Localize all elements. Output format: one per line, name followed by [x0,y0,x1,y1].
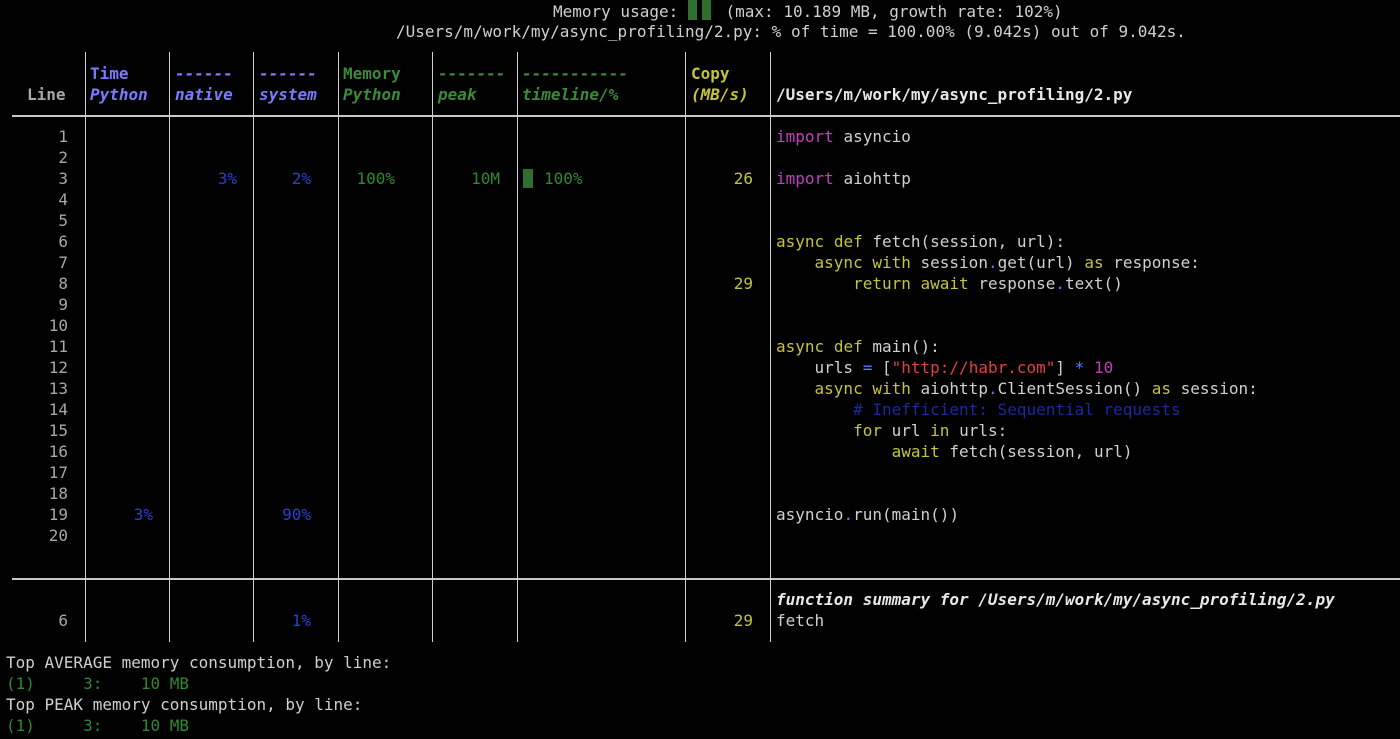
line-number: 10 [48,316,68,335]
avg-memory-title: Top AVERAGE memory consumption, by line: [6,653,392,672]
summary-line-number: 6 [58,611,68,630]
code-line: async def fetch(session, url): [776,232,1066,251]
line-number: 15 [48,421,68,440]
line-number: 7 [58,253,68,272]
column-divider [338,52,339,642]
col-header-memory-python: Memory Python [343,63,401,105]
column-divider [432,52,433,642]
line-number: 17 [48,463,68,482]
line-number: 3 [58,169,68,188]
memory-usage-stats: (max: 10.189 MB, growth rate: 102%) [725,2,1063,21]
memory-python-value: 100% [356,169,395,188]
copy-value: 29 [733,274,753,293]
col-header-time-label: Time [90,64,129,83]
line-number: 2 [58,148,68,167]
profile-header: Memory usage: (max: 10.189 MB, growth ra… [0,0,1186,42]
memory-usage-line: Memory usage: (max: 10.189 MB, growth ra… [553,0,1063,22]
code-line: return await response.text() [853,274,1123,293]
summary-copy-value: 29 [733,611,753,630]
col-header-native-label: native [175,85,233,104]
col-header-line: Line [27,85,66,104]
col-header-copy-units: (MB/s) [691,85,749,104]
code-line: import aiohttp [776,169,911,188]
col-header-peak-rule: ------- [438,64,506,83]
col-header-python-label: Python [90,85,148,104]
col-header-timeline-rule: ----------- [522,64,628,83]
line-number: 5 [58,211,68,230]
summary-divider [12,578,1400,580]
col-header-system-rule: ------ [259,64,317,83]
code-line: asyncio.run(main()) [776,505,960,524]
column-divider [253,52,254,642]
col-header-file: /Users/m/work/my/async_profiling/2.py [776,85,1133,104]
col-header-memory-python-label: Python [343,85,401,104]
header-divider [12,115,1400,117]
code-line: urls = ["http://habr.com"] * 10 [814,358,1114,377]
col-header-timeline: ----------- timeline/% [522,63,628,105]
function-summary-title: function summary for /Users/m/work/my/as… [776,590,1335,609]
timeline-value: 100% [544,169,583,188]
timeline-bar [523,169,533,188]
native-value: 3% [217,169,237,188]
col-header-copy: Copy (MB/s) [691,63,749,105]
col-header-native-rule: ------ [175,64,233,83]
line-number: 13 [48,379,68,398]
summary-system-value: 1% [291,611,311,630]
line-number: 18 [48,484,68,503]
line-number: 14 [48,400,68,419]
col-header-timeline-label: timeline/% [522,85,619,104]
line-number: 12 [48,358,68,377]
memory-sparkline-bar-1 [687,0,697,20]
memory-sparkline-bar-2 [701,0,711,20]
column-divider [770,52,771,642]
code-line: for url in urls: [853,421,1008,440]
avg-memory-entry: (1) 3: 10 MB [6,674,190,693]
line-number: 9 [58,295,68,314]
code-line: await fetch(session, url) [891,442,1133,461]
line-number: 16 [48,442,68,461]
col-header-copy-label: Copy [691,64,730,83]
column-divider [517,52,518,642]
col-header-system: ------ system [259,63,317,105]
line-number: 19 [48,505,68,524]
system-value: 2% [291,169,311,188]
line-number: 8 [58,274,68,293]
line-number: 1 [58,127,68,146]
line-number: 11 [48,337,68,356]
line-number: 20 [48,526,68,545]
col-header-memory-label: Memory [343,64,401,83]
copy-value: 26 [733,169,753,188]
peak-memory-entry: (1) 3: 10 MB [6,716,190,735]
time-python-value: 3% [133,505,153,524]
code-line: # Inefficient: Sequential requests [776,400,1181,419]
summary-function-name: fetch [776,611,825,630]
code-line: async def main(): [776,337,940,356]
line-number: 4 [58,190,68,209]
code-line: async with session.get(url) as response: [814,253,1200,272]
col-header-peak-label: peak [438,85,477,104]
col-header-time-python: Time Python [90,63,148,105]
peak-value: 10M [471,169,500,188]
column-divider [169,52,170,642]
col-header-peak: ------- peak [438,63,505,105]
memory-usage-label: Memory usage: [553,2,679,21]
col-header-native: ------ native [175,63,233,105]
time-summary-line: /Users/m/work/my/async_profiling/2.py: %… [396,22,1186,41]
column-divider [685,52,686,642]
column-divider [85,52,86,642]
code-line: import asyncio [776,127,911,146]
line-number: 6 [58,232,68,251]
code-line: async with aiohttp.ClientSession() as se… [814,379,1258,398]
peak-memory-title: Top PEAK memory consumption, by line: [6,695,363,714]
system-value: 90% [282,505,311,524]
col-header-system-label: system [259,85,317,104]
